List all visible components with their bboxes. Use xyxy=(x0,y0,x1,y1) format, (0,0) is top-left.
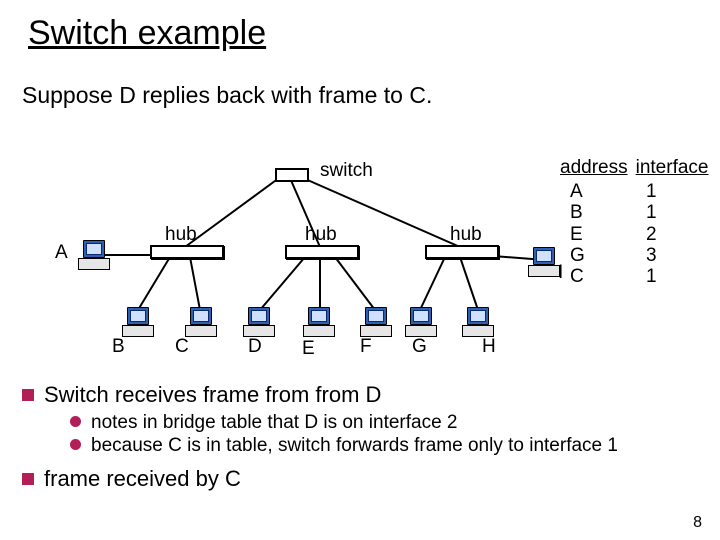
table-cell: C xyxy=(570,266,646,287)
table-cell: G xyxy=(570,245,646,266)
switch-table: address interface A B E G C 1 1 2 3 1 xyxy=(560,157,706,287)
sub-bullet-1-text: notes in bridge table that D is on inter… xyxy=(91,412,458,433)
page-number: 8 xyxy=(693,514,702,532)
table-cell: B xyxy=(570,202,646,223)
table-cell: A xyxy=(570,181,646,202)
node-label-C: C xyxy=(175,336,189,358)
pc-C xyxy=(185,307,219,337)
node-label-H: H xyxy=(482,336,496,358)
slide-subtitle: Suppose D replies back with frame to C. xyxy=(22,82,432,109)
hub-3-label: hub xyxy=(450,224,482,246)
table-header-interface: interface xyxy=(636,157,709,179)
table-cell: 1 xyxy=(646,266,706,287)
pc-A xyxy=(78,240,112,270)
bullet-2: frame received by C xyxy=(22,466,700,492)
sub-bullet-2: because C is in table, switch forwards f… xyxy=(70,435,700,458)
node-label-F: F xyxy=(360,336,372,358)
node-label-E: E xyxy=(302,338,315,360)
bullet-list: Switch receives frame from from D notes … xyxy=(22,382,700,496)
table-cell: 1 xyxy=(646,181,706,202)
hub-1-label: hub xyxy=(165,224,197,246)
table-cell: 1 xyxy=(646,202,706,223)
table-cell: 2 xyxy=(646,224,706,245)
table-cell: 3 xyxy=(646,245,706,266)
slide-title: Switch example xyxy=(28,14,266,53)
bullet-1-text: Switch receives frame from from D xyxy=(44,382,381,407)
pc-B xyxy=(122,307,156,337)
bullet-2-text: frame received by C xyxy=(44,466,241,491)
hub-1 xyxy=(150,245,224,259)
pc-G xyxy=(405,307,439,337)
hub-2-label: hub xyxy=(305,224,337,246)
table-col-address: A B E G C xyxy=(560,181,646,287)
sub-bullet-2-text: because C is in table, switch forwards f… xyxy=(91,435,618,456)
node-label-A: A xyxy=(55,242,68,264)
pc-H xyxy=(462,307,496,337)
pc-E xyxy=(303,307,337,337)
disc-bullet-icon xyxy=(70,439,81,450)
node-label-D: D xyxy=(248,336,262,358)
hub-2 xyxy=(285,245,359,259)
node-label-G: G xyxy=(412,336,427,358)
disc-bullet-icon xyxy=(70,416,81,427)
pc-F xyxy=(360,307,394,337)
switch-device xyxy=(275,168,309,182)
table-cell: E xyxy=(570,224,646,245)
sub-bullet-1: notes in bridge table that D is on inter… xyxy=(70,412,700,435)
bullet-1: Switch receives frame from from D xyxy=(22,382,700,408)
table-header-address: address xyxy=(560,157,628,179)
square-bullet-icon xyxy=(22,473,34,485)
table-col-interface: 1 1 2 3 1 xyxy=(646,181,706,287)
node-label-B: B xyxy=(112,336,125,358)
hub-3 xyxy=(425,245,499,259)
square-bullet-icon xyxy=(22,389,34,401)
pc-D xyxy=(243,307,277,337)
switch-label: switch xyxy=(320,160,373,182)
pc-I xyxy=(528,247,562,277)
